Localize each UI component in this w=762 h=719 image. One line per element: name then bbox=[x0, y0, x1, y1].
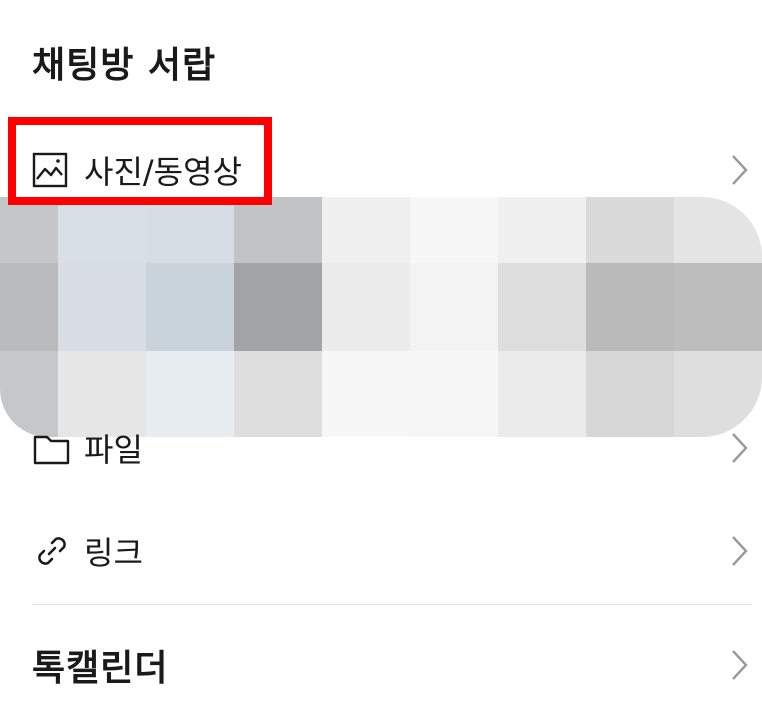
menu-item-label: 링크 bbox=[84, 534, 143, 572]
chevron-right-icon bbox=[732, 650, 748, 680]
chevron-right-icon bbox=[732, 433, 748, 463]
menu-item-label: 톡캘린더 bbox=[32, 648, 169, 689]
menu-item-label: 파일 bbox=[84, 431, 143, 469]
section-divider bbox=[32, 604, 752, 605]
folder-icon bbox=[33, 435, 70, 465]
menu-item-talk-calendar[interactable]: 톡캘린더 bbox=[0, 625, 762, 705]
media-thumbnail-strip[interactable] bbox=[0, 197, 762, 437]
image-icon bbox=[32, 152, 68, 188]
page-title: 채팅방 서랍 bbox=[32, 45, 217, 86]
menu-item-links[interactable]: 링크 bbox=[0, 511, 762, 591]
menu-item-files[interactable]: 파일 bbox=[0, 408, 762, 488]
menu-item-label: 사진/동영상 bbox=[84, 153, 242, 191]
chevron-right-icon bbox=[732, 536, 748, 566]
link-icon bbox=[38, 537, 66, 565]
chevron-right-icon bbox=[732, 155, 748, 185]
